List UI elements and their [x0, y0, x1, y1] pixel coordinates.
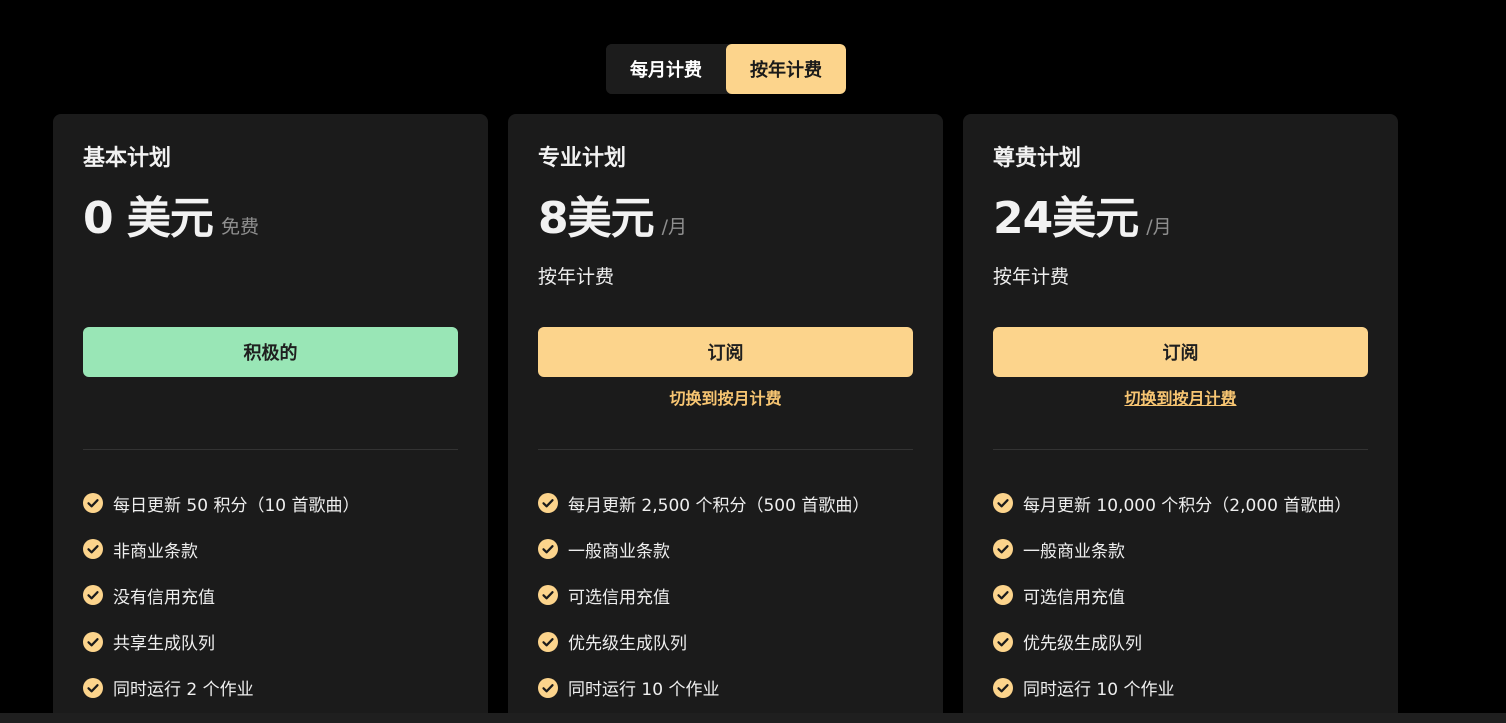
- feature-text: 一般商业条款: [1023, 541, 1125, 562]
- feature-item: 可选信用充值: [993, 572, 1351, 618]
- feature-text: 每月更新 10,000 个积分（2,000 首歌曲）: [1023, 495, 1352, 516]
- check-circle-icon: [538, 585, 558, 606]
- monthly-billing-tab[interactable]: 每月计费: [606, 44, 726, 94]
- check-circle-icon: [993, 493, 1013, 514]
- plan-price: 24美元: [993, 193, 1139, 244]
- divider: [538, 449, 913, 450]
- feature-item: 没有信用充值: [83, 572, 359, 618]
- price-unit: /月: [1146, 216, 1172, 238]
- feature-item: 每月更新 10,000 个积分（2,000 首歌曲）: [993, 480, 1351, 526]
- feature-text: 优先级生成队列: [568, 634, 687, 655]
- feature-item: 同时运行 10 个作业: [993, 665, 1351, 711]
- price-row: 8美元 /月: [538, 192, 687, 246]
- feature-text: 可选信用充值: [568, 587, 670, 608]
- feature-text: 同时运行 10 个作业: [1023, 680, 1175, 701]
- switch-to-monthly-link[interactable]: 切换到按月计费: [538, 387, 913, 411]
- divider: [993, 449, 1368, 450]
- feature-item: 优先级生成队列: [993, 619, 1351, 665]
- pricing-page: 每月计费 按年计费 基本计划 0 美元 免费 积极的 每日更新 50 积分（10…: [0, 0, 1506, 723]
- feature-item: 优先级生成队列: [538, 619, 869, 665]
- feature-item: 可选信用充值: [538, 572, 869, 618]
- feature-text: 同时运行 10 个作业: [568, 680, 720, 701]
- check-circle-icon: [83, 631, 103, 652]
- check-circle-icon: [993, 677, 1013, 698]
- billing-note: 按年计费: [993, 266, 1070, 288]
- subscribe-button[interactable]: 订阅: [538, 327, 913, 377]
- feature-text: 每日更新 50 积分（10 首歌曲）: [113, 495, 360, 516]
- feature-item: 同时运行 10 个作业: [538, 665, 869, 711]
- check-circle-icon: [83, 493, 103, 514]
- feature-list: 每月更新 10,000 个积分（2,000 首歌曲） 一般商业条款 可选信用充值…: [993, 480, 1351, 711]
- plan-title: 专业计划: [538, 146, 627, 171]
- check-circle-icon: [538, 631, 558, 652]
- billing-toggle: 每月计费 按年计费: [606, 44, 846, 94]
- check-circle-icon: [83, 585, 103, 606]
- check-circle-icon: [993, 585, 1013, 606]
- feature-item: 共享生成队列: [83, 619, 359, 665]
- subscribe-button[interactable]: 订阅: [993, 327, 1368, 377]
- bottom-scrollbar-strip: [0, 713, 1506, 723]
- feature-text: 可选信用充值: [1023, 587, 1125, 608]
- feature-item: 非商业条款: [83, 526, 359, 572]
- check-circle-icon: [538, 539, 558, 560]
- plan-card-premier: 尊贵计划 24美元 /月 按年计费 订阅 切换到按月计费 每月更新 10,000…: [963, 114, 1398, 723]
- feature-item: 同时运行 2 个作业: [83, 665, 359, 711]
- yearly-billing-tab[interactable]: 按年计费: [726, 44, 846, 94]
- check-circle-icon: [538, 677, 558, 698]
- plan-price: 0 美元: [83, 193, 214, 244]
- plan-price: 8美元: [538, 193, 655, 244]
- active-plan-button[interactable]: 积极的: [83, 327, 458, 377]
- feature-text: 没有信用充值: [113, 587, 215, 608]
- feature-text: 同时运行 2 个作业: [113, 680, 254, 701]
- plan-title: 基本计划: [83, 146, 172, 171]
- price-unit: /月: [661, 216, 688, 238]
- plan-card-pro: 专业计划 8美元 /月 按年计费 订阅 切换到按月计费 每月更新 2,500 个…: [508, 114, 943, 723]
- divider: [83, 449, 458, 450]
- check-circle-icon: [83, 539, 103, 560]
- switch-to-monthly-link[interactable]: 切换到按月计费: [993, 387, 1368, 411]
- price-row: 0 美元 免费: [83, 192, 259, 246]
- billing-note: 按年计费: [538, 266, 615, 288]
- check-circle-icon: [993, 539, 1013, 560]
- feature-list: 每月更新 2,500 个积分（500 首歌曲） 一般商业条款 可选信用充值 优先…: [538, 480, 869, 711]
- feature-item: 一般商业条款: [993, 526, 1351, 572]
- feature-text: 共享生成队列: [113, 634, 215, 655]
- feature-item: 每日更新 50 积分（10 首歌曲）: [83, 480, 359, 526]
- check-circle-icon: [83, 677, 103, 698]
- feature-text: 每月更新 2,500 个积分（500 首歌曲）: [568, 495, 870, 516]
- plan-title: 尊贵计划: [993, 146, 1082, 171]
- feature-list: 每日更新 50 积分（10 首歌曲） 非商业条款 没有信用充值 共享生成队列 同…: [83, 480, 359, 711]
- feature-text: 非商业条款: [113, 541, 198, 562]
- feature-item: 每月更新 2,500 个积分（500 首歌曲）: [538, 480, 869, 526]
- check-circle-icon: [538, 493, 558, 514]
- feature-item: 一般商业条款: [538, 526, 869, 572]
- price-unit: 免费: [220, 216, 259, 238]
- feature-text: 优先级生成队列: [1023, 634, 1142, 655]
- feature-text: 一般商业条款: [568, 541, 670, 562]
- price-row: 24美元 /月: [993, 192, 1172, 246]
- plan-card-basic: 基本计划 0 美元 免费 积极的 每日更新 50 积分（10 首歌曲） 非商业条…: [53, 114, 488, 723]
- check-circle-icon: [993, 631, 1013, 652]
